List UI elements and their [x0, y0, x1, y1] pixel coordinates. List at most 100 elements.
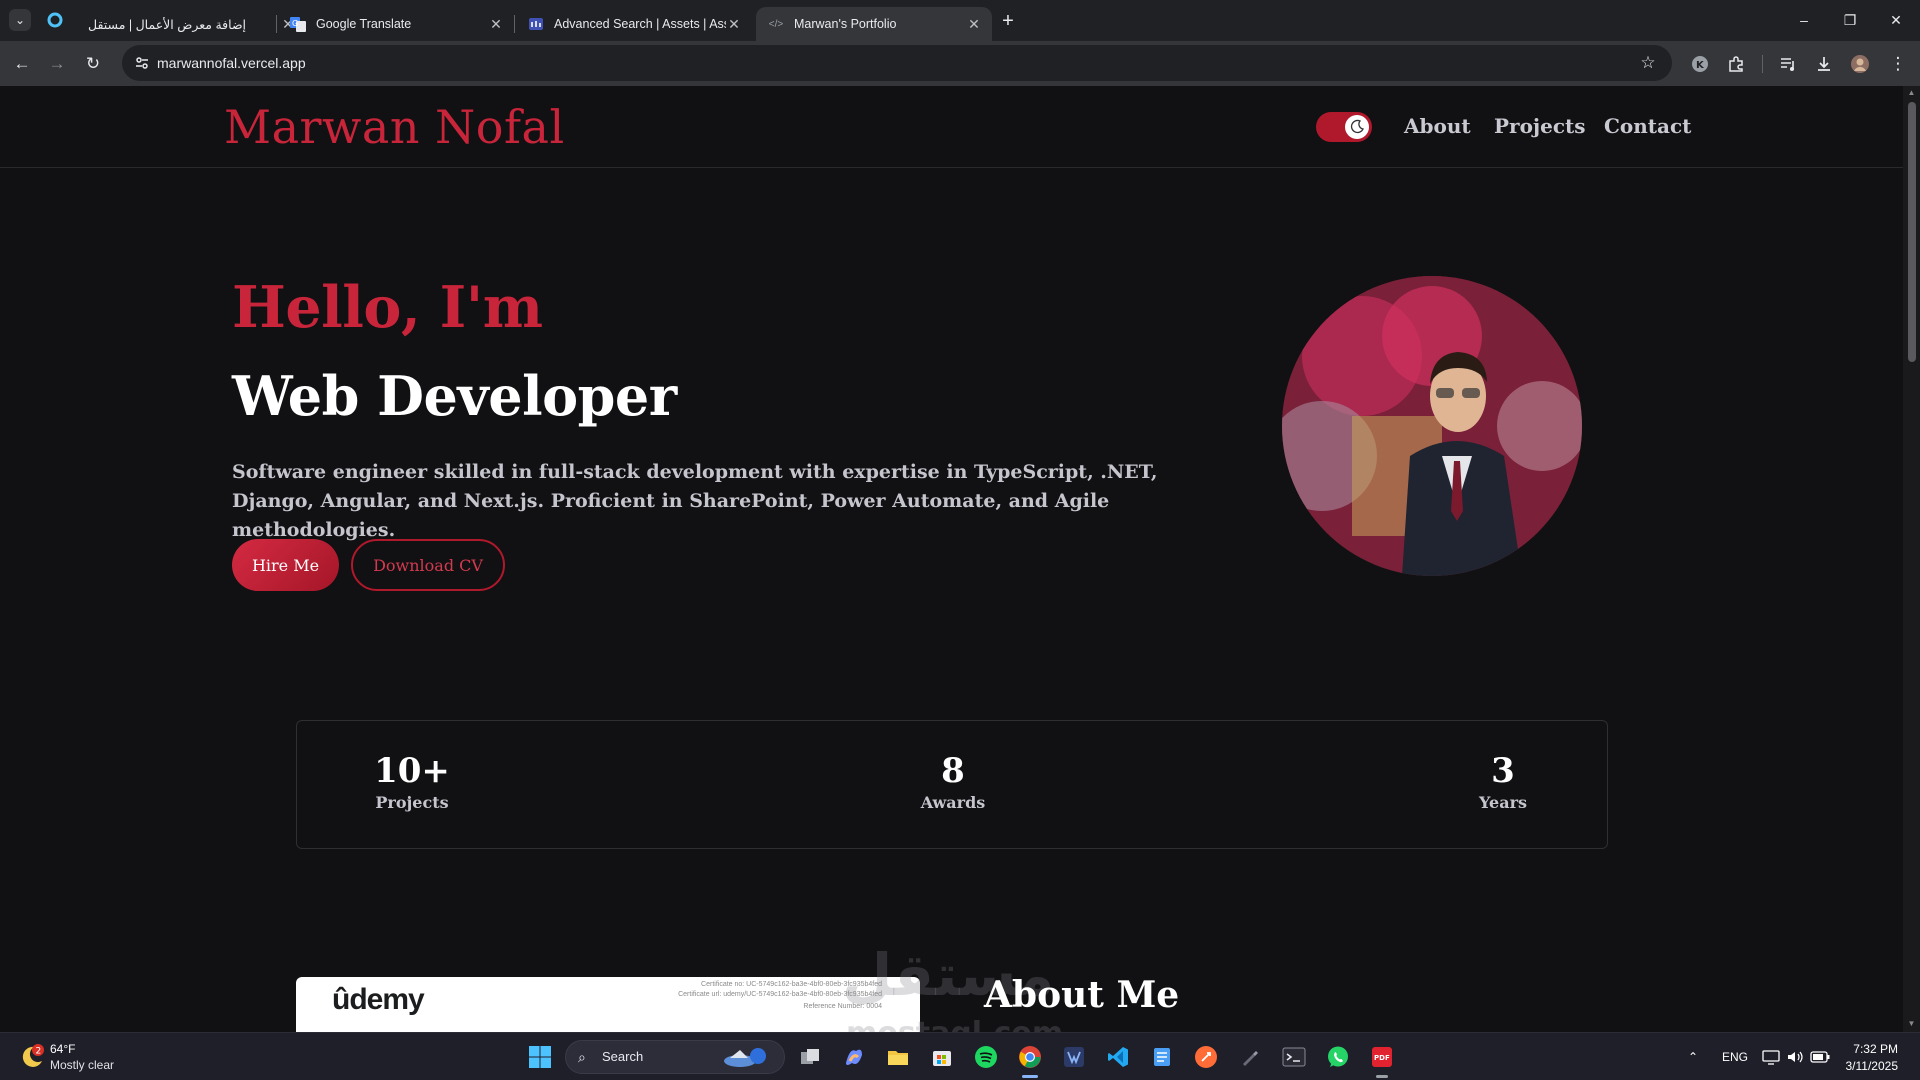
- scroll-down-icon[interactable]: ▼: [1906, 1019, 1917, 1030]
- stat-projects: 10+ Projects: [297, 751, 527, 812]
- page-viewport: Marwan Nofal About Projects Contact Hell…: [0, 86, 1903, 1032]
- theme-toggle[interactable]: [1316, 112, 1372, 142]
- show-hidden-icons[interactable]: ⌃: [1688, 1033, 1698, 1080]
- nav-contact[interactable]: Contact: [1604, 114, 1691, 138]
- site-brand[interactable]: Marwan Nofal: [224, 100, 565, 154]
- forward-button[interactable]: →: [45, 52, 69, 76]
- close-icon[interactable]: ✕: [488, 16, 504, 32]
- microsoft-store-icon[interactable]: [928, 1043, 956, 1071]
- scroll-thumb[interactable]: [1908, 102, 1916, 362]
- stat-value: 10+: [374, 751, 450, 791]
- browser-toolbar: ← → ↻ marwannofal.vercel.app ☆ K ⋮: [0, 41, 1920, 86]
- download-icon[interactable]: [1812, 52, 1836, 76]
- browser-tab-strip: ⌄ إضافة معرض الأعمال | مستقل ✕ G Google …: [0, 0, 1920, 41]
- chrome-icon[interactable]: [1016, 1043, 1044, 1078]
- nav-projects[interactable]: Projects: [1494, 114, 1586, 138]
- code-icon: </>: [768, 18, 784, 30]
- moon-icon: [1345, 115, 1369, 139]
- stat-label: Years: [1478, 793, 1527, 812]
- clock-time[interactable]: 7:32 PM: [1853, 1042, 1898, 1056]
- volume-icon[interactable]: [1786, 1033, 1804, 1080]
- stat-label: Projects: [375, 793, 449, 812]
- url-text[interactable]: marwannofal.vercel.app: [157, 45, 306, 81]
- whatsapp-icon[interactable]: [1324, 1043, 1352, 1071]
- file-explorer-icon[interactable]: [884, 1043, 912, 1071]
- svg-text:K: K: [1696, 60, 1705, 71]
- udemy-logo: ûdemy: [332, 983, 425, 1016]
- taskbar-search[interactable]: ⌕ Search: [565, 1040, 785, 1074]
- start-button[interactable]: [528, 1045, 552, 1069]
- weather-temperature[interactable]: 64°F: [50, 1042, 75, 1056]
- stats-panel: 10+ Projects 8 Awards 3 Years: [296, 720, 1608, 849]
- tab-title: Marwan's Portfolio: [794, 17, 897, 31]
- arrow-right-icon: →: [48, 54, 66, 73]
- tab-title: إضافة معرض الأعمال | مستقل: [88, 17, 247, 32]
- new-tab-button[interactable]: +: [996, 9, 1020, 33]
- tab-advanced-search[interactable]: Advanced Search | Assets | Asse ✕: [516, 7, 752, 41]
- svg-text:2: 2: [36, 1047, 42, 1057]
- site-navbar: Marwan Nofal About Projects Contact: [0, 86, 1903, 168]
- svg-text:PDF: PDF: [1374, 1054, 1390, 1062]
- search-highlight-icon: [722, 1046, 774, 1068]
- pen-tool-icon[interactable]: [1236, 1043, 1264, 1071]
- weather-moon-icon[interactable]: 2: [18, 1043, 46, 1071]
- svg-text:G: G: [292, 19, 298, 28]
- postman-icon[interactable]: [1192, 1043, 1220, 1071]
- stat-years: 3 Years: [1413, 751, 1593, 812]
- stat-value: 3: [1491, 751, 1515, 791]
- reload-button[interactable]: ↻: [81, 52, 105, 76]
- clock-date[interactable]: 3/11/2025: [1846, 1059, 1899, 1073]
- arrow-left-icon: ←: [13, 54, 31, 73]
- nav-about[interactable]: About: [1404, 114, 1471, 138]
- extensions-icon[interactable]: [1724, 52, 1748, 76]
- back-button[interactable]: ←: [10, 52, 34, 76]
- minimize-icon: –: [1800, 12, 1808, 28]
- download-cv-button[interactable]: Download CV: [351, 539, 505, 591]
- reload-icon: ↻: [85, 54, 101, 73]
- more-menu-icon[interactable]: ⋮: [1886, 52, 1910, 76]
- language-indicator[interactable]: ENG: [1722, 1033, 1748, 1080]
- close-window-button[interactable]: ✕: [1884, 8, 1908, 32]
- site-settings-icon[interactable]: [130, 51, 154, 75]
- spotify-icon[interactable]: [972, 1043, 1000, 1071]
- vscode-icon[interactable]: [1104, 1043, 1132, 1071]
- minimize-button[interactable]: –: [1792, 8, 1816, 32]
- terminal-icon[interactable]: [1280, 1043, 1308, 1071]
- profile-photo: [1282, 276, 1582, 576]
- pdf-app-icon[interactable]: PDF: [1368, 1043, 1396, 1078]
- visual-studio-icon[interactable]: [1060, 1043, 1088, 1071]
- tab-marwans-portfolio[interactable]: </> Marwan's Portfolio ✕: [756, 7, 992, 41]
- stat-label: Awards: [920, 793, 986, 812]
- close-icon[interactable]: ✕: [726, 16, 742, 32]
- profile-k-icon[interactable]: K: [1688, 52, 1712, 76]
- copilot-icon[interactable]: [840, 1043, 868, 1071]
- plus-icon: +: [1002, 9, 1014, 32]
- chevron-up-icon: ⌃: [1688, 1050, 1699, 1064]
- restore-icon: ❐: [1843, 11, 1857, 28]
- tab-google-translate[interactable]: G Google Translate ✕: [278, 7, 514, 41]
- network-icon[interactable]: [1762, 1033, 1780, 1080]
- scroll-up-icon[interactable]: ▲: [1906, 88, 1917, 99]
- tab-mostaql[interactable]: إضافة معرض الأعمال | مستقل ✕: [70, 7, 306, 41]
- avatar[interactable]: [1848, 52, 1872, 76]
- notepad-icon[interactable]: [1148, 1043, 1176, 1071]
- cortana-icon: [47, 12, 63, 28]
- tab-title: Advanced Search | Assets | Asse: [554, 17, 726, 31]
- task-view-icon[interactable]: [796, 1043, 824, 1071]
- hero-role: Web Developer: [232, 364, 677, 428]
- media-control-icon[interactable]: [1776, 52, 1800, 76]
- weather-description[interactable]: Mostly clear: [50, 1058, 114, 1072]
- stat-awards: 8 Awards: [863, 751, 1043, 812]
- hero-intro: Software engineer skilled in full-stack …: [232, 461, 1158, 541]
- address-bar[interactable]: marwannofal.vercel.app ☆: [122, 45, 1672, 81]
- page-scrollbar[interactable]: ▲ ▼: [1903, 86, 1920, 1032]
- windows-taskbar: 2 64°F Mostly clear ⌕ Search PDF ⌃ ENG 7…: [0, 1032, 1920, 1080]
- tab-search-button[interactable]: ⌄: [9, 9, 31, 31]
- hire-me-button[interactable]: Hire Me: [232, 539, 339, 591]
- restore-button[interactable]: ❐: [1838, 8, 1862, 32]
- stat-value: 8: [941, 751, 965, 791]
- search-label: Search: [602, 1049, 644, 1064]
- close-icon[interactable]: ✕: [966, 16, 982, 32]
- bookmark-star-icon[interactable]: ☆: [1636, 51, 1660, 75]
- battery-icon[interactable]: [1810, 1033, 1830, 1080]
